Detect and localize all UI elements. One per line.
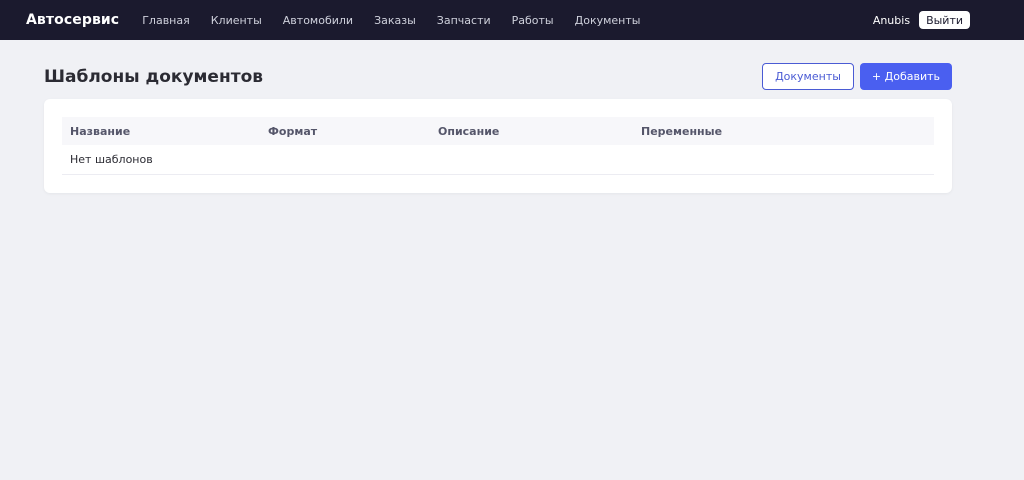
add-template-button[interactable]: + Добавить (859, 62, 952, 90)
nav-link-home[interactable]: Главная (142, 14, 190, 27)
nav-user-area: Anubis Выйти (873, 11, 970, 29)
nav-link-cars[interactable]: Автомобили (283, 14, 353, 27)
nav-link-orders[interactable]: Заказы (374, 14, 416, 27)
user-name: Anubis (872, 13, 911, 27)
page-title: Шаблоны документов (44, 66, 263, 87)
main-content: Шаблоны документов Документы + Добавить … (0, 40, 1024, 193)
nav-links: Главная Клиенты Автомобили Заказы Запчас… (142, 14, 661, 27)
column-header-name[interactable]: Название (62, 117, 260, 145)
table-header: Название Формат Описание Переменные (62, 117, 934, 145)
documents-button[interactable]: Документы (762, 62, 854, 90)
table-row-empty: Нет шаблонов (62, 145, 934, 175)
column-header-format[interactable]: Формат (260, 117, 430, 145)
header-actions: Документы + Добавить (762, 57, 952, 90)
templates-card: Название Формат Описание Переменные Нет … (44, 99, 952, 193)
top-navbar: Автосервис Главная Клиенты Автомобили За… (0, 0, 1024, 40)
logout-button[interactable]: Выйти (919, 11, 970, 29)
page-header: Шаблоны документов Документы + Добавить (44, 40, 952, 98)
nav-link-parts[interactable]: Запчасти (437, 14, 491, 27)
nav-link-clients[interactable]: Клиенты (211, 14, 262, 27)
brand-logo[interactable]: Автосервис (26, 12, 119, 28)
table-header-row: Название Формат Описание Переменные (62, 117, 934, 145)
table-body: Нет шаблонов (62, 145, 934, 175)
nav-link-works[interactable]: Работы (512, 14, 554, 27)
nav-link-documents[interactable]: Документы (575, 14, 641, 27)
empty-state-text: Нет шаблонов (62, 145, 934, 175)
column-header-variables[interactable]: Переменные (633, 117, 934, 145)
column-header-description[interactable]: Описание (430, 117, 633, 145)
templates-table: Название Формат Описание Переменные Нет … (62, 117, 934, 175)
